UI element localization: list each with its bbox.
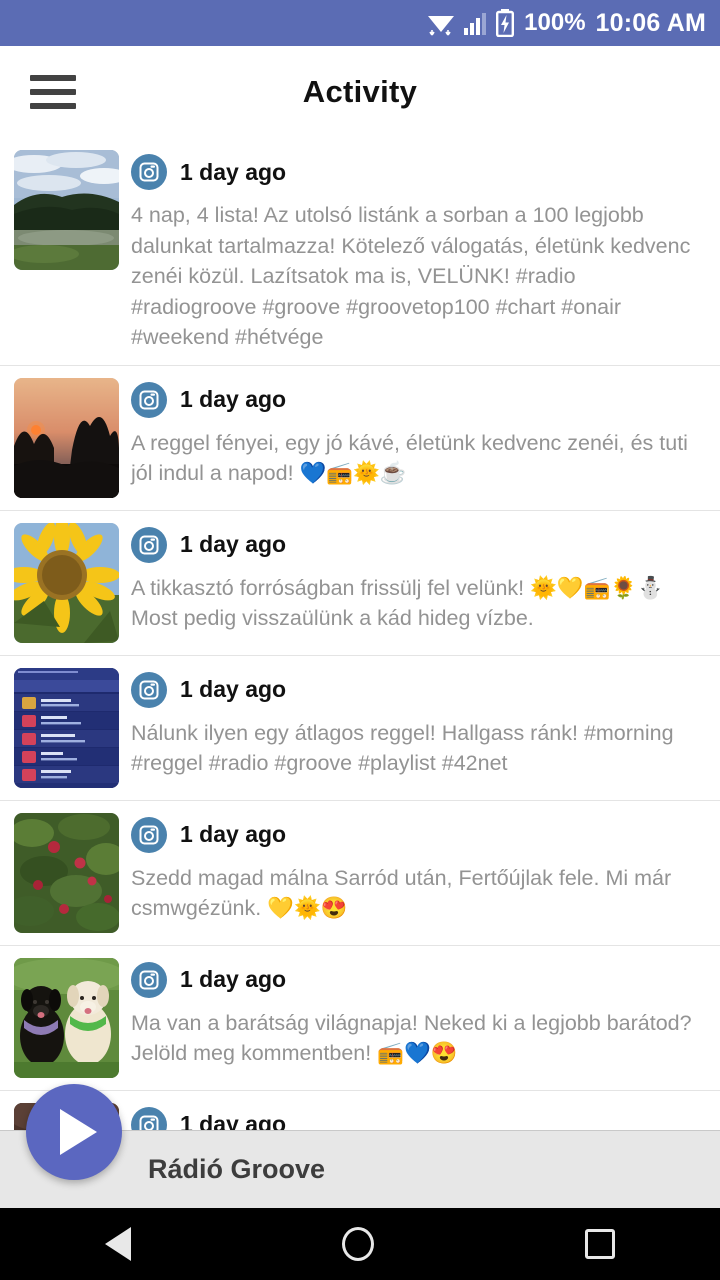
instagram-icon (131, 671, 167, 708)
clock-label: 10:06 AM (595, 8, 706, 37)
instagram-icon (131, 961, 167, 998)
post-header: 1 day ago (131, 671, 702, 708)
post-body: 1 day ago A tikkasztó forróságban frissü… (131, 523, 702, 643)
music-playlist-screenshot (14, 667, 119, 788)
list-item[interactable]: 1 day ago A tikkasztó forróságban frissü… (0, 510, 720, 656)
post-body: 1 day ago Ma van a barátság világnapja! … (131, 958, 702, 1078)
instagram-icon (131, 526, 167, 563)
post-timestamp: 1 day ago (180, 966, 287, 993)
post-thumbnail[interactable] (14, 377, 119, 498)
back-triangle-icon[interactable] (105, 1227, 132, 1261)
list-item[interactable]: 1 day ago Szedd magad málna Sarród után,… (0, 800, 720, 946)
hamburger-bar (30, 103, 76, 109)
status-bar: 100% 10:06 AM (0, 0, 720, 46)
instagram-icon (131, 816, 167, 853)
list-item[interactable]: 1 day ago Nálunk ilyen egy átlagos regge… (0, 655, 720, 801)
post-body: 1 day ago Nálunk ilyen egy átlagos regge… (131, 668, 702, 788)
post-text: A reggel fényei, egy jó kávé, életünk ke… (131, 430, 688, 486)
post-header: 1 day ago (131, 816, 702, 853)
two-puppies-photo (14, 957, 119, 1078)
android-navigation-bar (0, 1208, 720, 1280)
list-item[interactable]: 1 day ago 4 nap, 4 lista! Az utolsó list… (0, 138, 720, 366)
post-timestamp: 1 day ago (180, 676, 287, 703)
post-timestamp: 1 day ago (180, 386, 287, 413)
battery-percent-label: 100% (524, 9, 586, 36)
post-thumbnail[interactable] (14, 957, 119, 1078)
page-title: Activity (302, 74, 418, 109)
raspberry-bush-photo (14, 812, 119, 933)
hamburger-bar (30, 89, 76, 95)
post-text: A tikkasztó forróságban frissülj fel vel… (131, 575, 664, 631)
post-text: 4 nap, 4 lista! Az utolsó listánk a sorb… (131, 203, 691, 350)
post-header: 1 day ago (131, 526, 702, 563)
app-bar: Activity (0, 46, 720, 138)
play-button[interactable] (26, 1084, 122, 1180)
post-text: Szedd magad málna Sarród után, Fertőújla… (131, 865, 672, 921)
instagram-icon (131, 154, 167, 190)
station-name-label: Rádió Groove (148, 1154, 326, 1184)
cell-signal-icon (464, 13, 487, 35)
recents-square-icon[interactable] (584, 1229, 615, 1259)
battery-charging-icon (496, 9, 515, 37)
post-body: 1 day ago 4 nap, 4 lista! Az utolsó list… (131, 150, 702, 353)
post-thumbnail[interactable] (14, 667, 119, 788)
post-text: Ma van a barátság világnapja! Neked ki a… (131, 1010, 692, 1066)
post-thumbnail[interactable] (14, 522, 119, 643)
post-header: 1 day ago (131, 154, 702, 190)
sunflower-photo (14, 522, 119, 643)
home-circle-icon[interactable] (341, 1227, 374, 1261)
list-item[interactable]: 1 day ago Ma van a barátság világnapja! … (0, 945, 720, 1091)
post-timestamp: 1 day ago (180, 531, 287, 558)
post-text: Nálunk ilyen egy átlagos reggel! Hallgas… (131, 720, 674, 776)
post-body: 1 day ago Szedd magad málna Sarród után,… (131, 813, 702, 933)
post-header: 1 day ago (131, 381, 702, 418)
post-header: 1 day ago (131, 961, 702, 998)
wifi-icon (428, 16, 455, 36)
post-thumbnail[interactable] (14, 812, 119, 933)
post-thumbnail[interactable] (14, 150, 119, 270)
sunset-trees-photo (14, 377, 119, 498)
hamburger-menu-icon[interactable] (30, 75, 76, 109)
status-bar-icons (426, 9, 515, 37)
hamburger-bar (30, 75, 76, 81)
post-body: 1 day ago A reggel fényei, egy jó kávé, … (131, 378, 702, 498)
play-icon (60, 1109, 97, 1155)
post-timestamp: 1 day ago (180, 158, 287, 185)
post-timestamp: 1 day ago (180, 821, 287, 848)
instagram-icon (131, 381, 167, 418)
landscape-lake-forest-photo (14, 150, 119, 270)
list-item[interactable]: 1 day ago A reggel fényei, egy jó kávé, … (0, 365, 720, 511)
